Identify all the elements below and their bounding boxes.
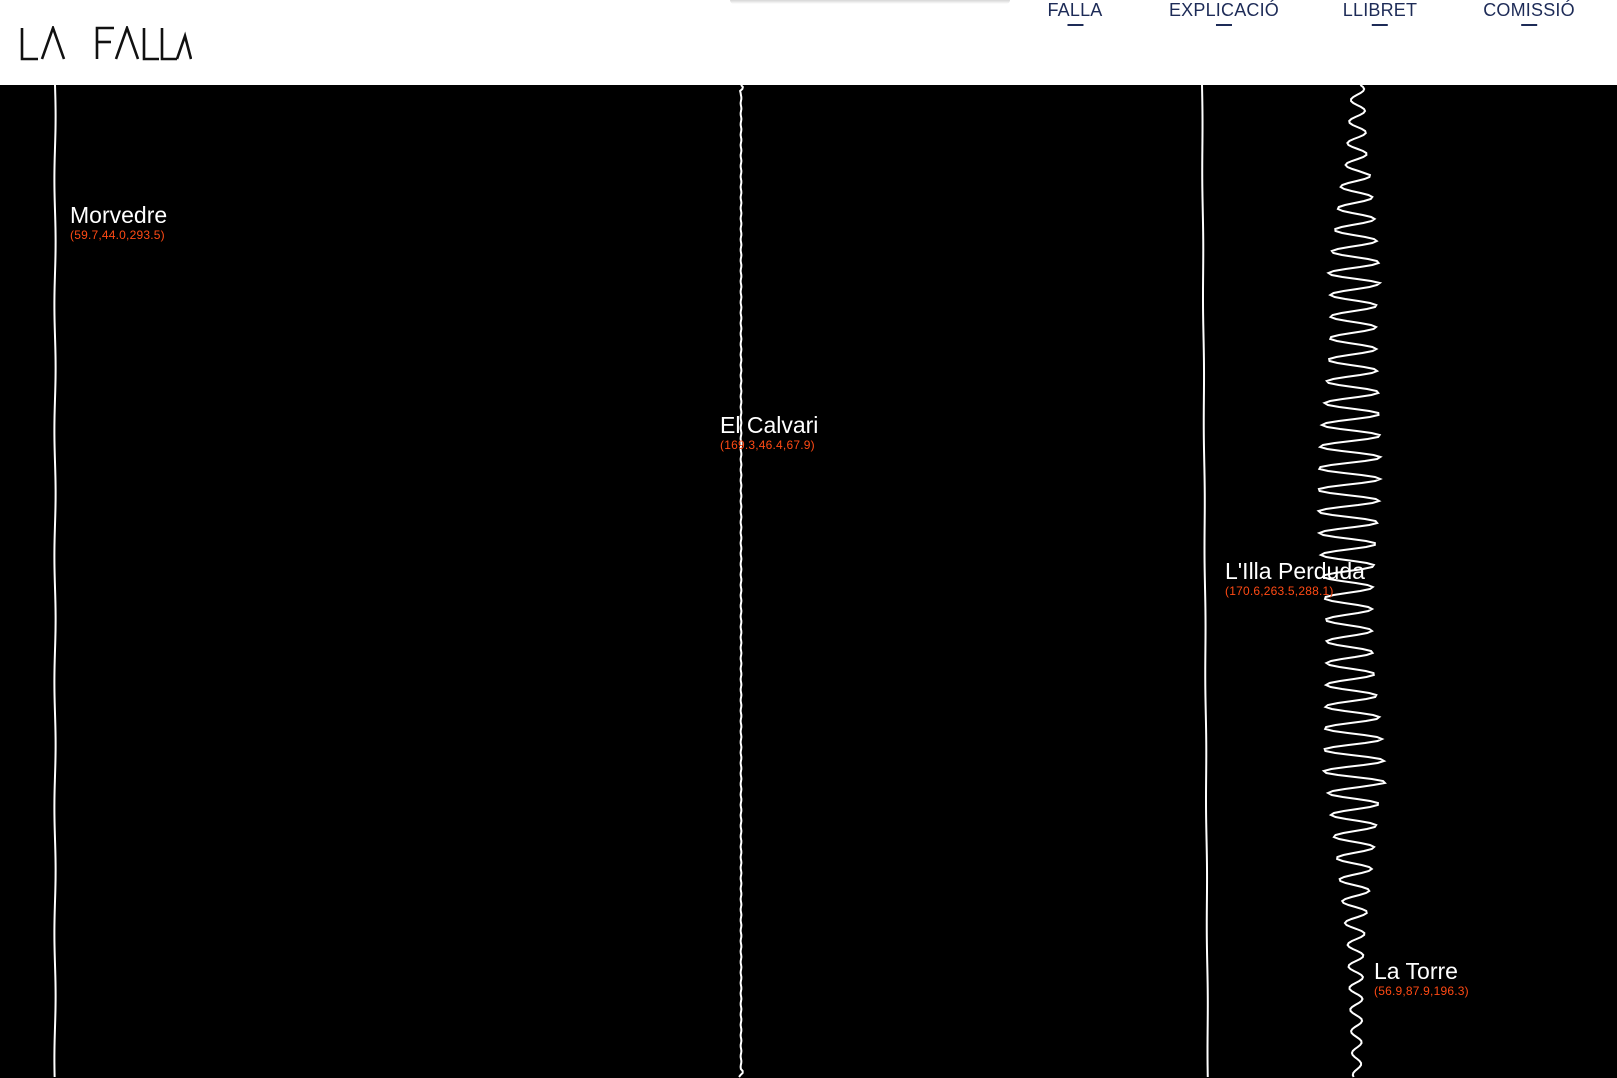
place-name: Morvedre — [70, 202, 168, 228]
place-illa-perduda[interactable]: L'Illa Perduda (170.6,263.5,288.1) — [1225, 558, 1365, 598]
waveform-line-morvedre — [53, 85, 57, 1078]
waveform-line-illa-perduda — [1201, 85, 1209, 1078]
waveform-line-el-calvari — [738, 85, 744, 1078]
nav-item-label: COMISSIÓ — [1483, 0, 1575, 20]
waveform-lines — [53, 85, 1387, 1078]
logo-wordmark — [20, 26, 192, 61]
nav-item-explicacio[interactable]: EXPLICACIÓ — [1169, 0, 1279, 26]
place-el-calvari[interactable]: El Calvari (169.3,46.4,67.9) — [720, 412, 818, 452]
nav-item-falla[interactable]: FALLA — [1047, 0, 1102, 26]
place-la-torre[interactable]: La Torre (56.9,87.9,196.3) — [1374, 958, 1469, 998]
nav-item-comissio[interactable]: COMISSIÓ — [1483, 0, 1575, 26]
nav-item-underline — [1372, 24, 1388, 26]
visualization-canvas: Morvedre (59.7,44.0,293.5) El Calvari (1… — [0, 85, 1617, 1078]
nav-item-underline — [1215, 24, 1232, 26]
nav-item-label: FALLA — [1047, 0, 1103, 20]
place-name: L'Illa Perduda — [1225, 558, 1365, 584]
nav-item-label: LLIBRET — [1342, 0, 1418, 20]
place-coordinates: (169.3,46.4,67.9) — [720, 438, 815, 452]
site-logo[interactable] — [20, 26, 192, 62]
top-navigation-bar: FALLA EXPLICACIÓ LLIBRET COMISSIÓ — [0, 0, 1617, 85]
place-coordinates: (59.7,44.0,293.5) — [70, 228, 165, 242]
place-morvedre[interactable]: Morvedre (59.7,44.0,293.5) — [70, 202, 167, 242]
header-shadow — [730, 0, 1010, 4]
nav-item-llibret[interactable]: LLIBRET — [1343, 0, 1417, 26]
place-coordinates: (56.9,87.9,196.3) — [1374, 984, 1469, 998]
place-coordinates: (170.6,263.5,288.1) — [1225, 584, 1334, 598]
place-name: El Calvari — [720, 412, 819, 438]
nav-item-label: EXPLICACIÓ — [1168, 0, 1280, 20]
nav-item-underline — [1520, 24, 1537, 26]
nav-item-underline — [1066, 24, 1083, 26]
place-name: La Torre — [1374, 958, 1458, 984]
